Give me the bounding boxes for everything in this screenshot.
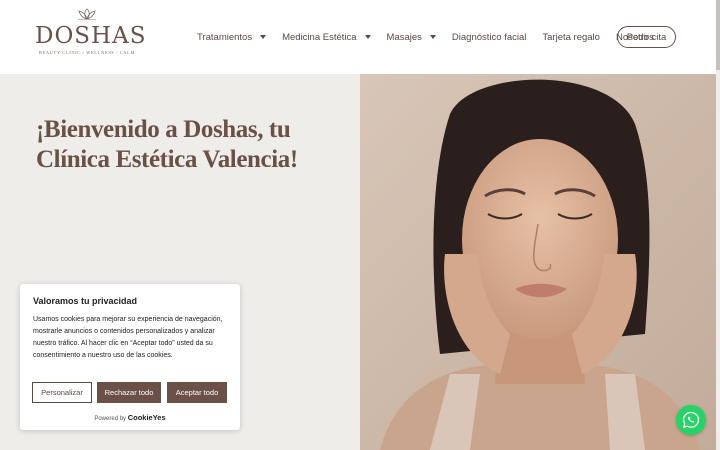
nav-item-tratamientos[interactable]: Tratamientos [197, 31, 267, 43]
brand-name: DOSHAS [35, 23, 147, 49]
lotus-icon [77, 8, 97, 21]
cookie-title: Valoramos tu privacidad [33, 296, 138, 306]
scrollbar-thumb[interactable] [716, 0, 720, 70]
powered-by[interactable]: Powered by CookieYes [20, 413, 240, 422]
whatsapp-icon [682, 411, 700, 429]
nav-item-label: Masajes [386, 31, 422, 43]
hero-image [360, 74, 716, 450]
accept-all-button[interactable]: Aceptar todo [167, 382, 227, 403]
reject-all-button[interactable]: Rechazar todo [97, 382, 161, 403]
page-scrollbar[interactable] [716, 0, 720, 450]
site-header: DOSHAS BEAUTY CLINIC / WELLNESS / CALM T… [0, 0, 720, 74]
caret-down-icon [429, 35, 436, 39]
nav-item-diagnostico-facial[interactable]: Diagnóstico facial [452, 32, 526, 43]
book-appointment-button[interactable]: Pedir cita [617, 26, 676, 48]
nav-item-label: Tratamientos [197, 31, 253, 43]
nav-item-label: Tarjeta regalo [542, 31, 600, 43]
woman-face-photo [360, 74, 716, 450]
powered-by-label: Powered by [94, 416, 127, 422]
nav-item-medicina-estetica[interactable]: Medicina Estética [282, 31, 371, 43]
nav-item-label: Diagnóstico facial [451, 31, 527, 43]
caret-down-icon [364, 35, 371, 39]
hero-title: ¡Bienvenido a Doshas, tu Clínica Estétic… [36, 116, 298, 173]
brand-tagline: BEAUTY CLINIC / WELLNESS / CALM [38, 50, 136, 55]
cookieyes-logo: CookieYes [127, 413, 166, 422]
cookie-text: Usamos cookies para mejorar su experienc… [33, 316, 223, 359]
nav-item-label: Medicina Estética [282, 31, 357, 43]
cookie-banner: Valoramos tu privacidad Usamos cookies p… [20, 284, 240, 430]
whatsapp-button[interactable] [676, 405, 706, 435]
caret-down-icon [260, 35, 267, 39]
nav-item-masajes[interactable]: Masajes [387, 32, 436, 43]
nav-item-tarjeta-regalo[interactable]: Tarjeta regalo [542, 32, 600, 43]
main-nav: Tratamientos Medicina Estética Masajes D… [197, 26, 670, 48]
customize-cookies-button[interactable]: Personalizar [32, 382, 92, 403]
brand-logo[interactable]: DOSHAS BEAUTY CLINIC / WELLNESS / CALM [35, 8, 147, 68]
